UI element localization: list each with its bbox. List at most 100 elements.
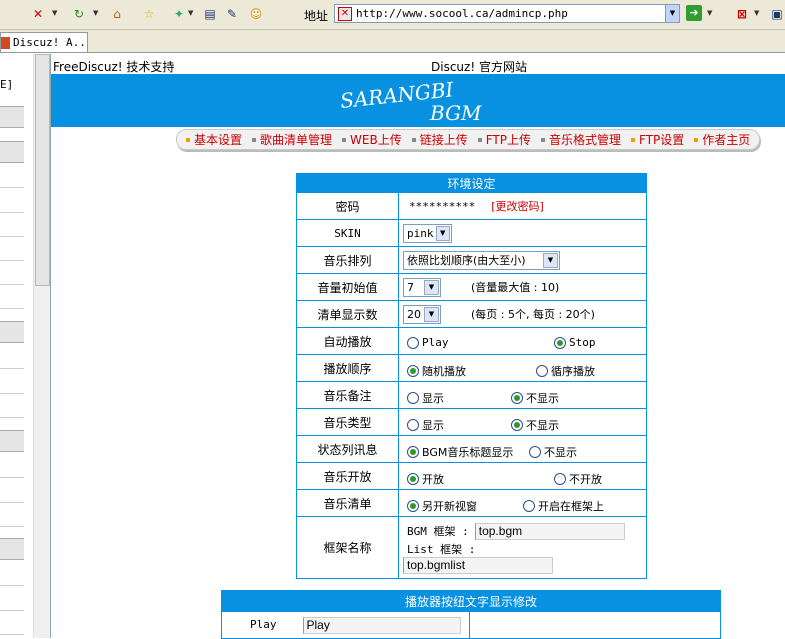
type-hide-radio[interactable]: 不显示 bbox=[511, 417, 559, 433]
address-dropdown-icon[interactable]: ▼ bbox=[665, 5, 679, 22]
volume-select[interactable]: 7 ▼ bbox=[403, 277, 441, 297]
refresh-dropdown-icon[interactable]: ▼ bbox=[93, 9, 98, 17]
radio-circle[interactable] bbox=[407, 473, 419, 485]
tab-discuz[interactable]: Discuz! A... bbox=[0, 32, 88, 52]
radio-circle[interactable] bbox=[407, 500, 419, 512]
left-row[interactable] bbox=[0, 237, 24, 261]
favorites-star-icon[interactable]: ☆ bbox=[140, 5, 158, 23]
radio-circle[interactable] bbox=[407, 392, 419, 404]
open-no-radio[interactable]: 不开放 bbox=[554, 471, 602, 487]
address-bar[interactable]: ✕ http://www.socool.ca/admincp.php ▼ bbox=[334, 4, 680, 23]
play-order-sequential-radio[interactable]: 循序播放 bbox=[536, 363, 595, 379]
support-link[interactable]: FreeDiscuz! 技术支持 bbox=[53, 58, 174, 75]
radio-circle[interactable] bbox=[407, 446, 419, 458]
bullet-icon bbox=[411, 137, 416, 142]
left-row[interactable] bbox=[0, 261, 24, 285]
type-show-radio[interactable]: 显示 bbox=[407, 417, 444, 433]
scrollbar-thumb[interactable] bbox=[35, 54, 50, 286]
left-row[interactable] bbox=[0, 587, 24, 611]
bgm-frame-input[interactable]: top.bgm bbox=[474, 522, 625, 540]
left-row[interactable] bbox=[0, 454, 24, 478]
sort-select[interactable]: 依照比划顺序(由大至小) ▼ bbox=[403, 250, 560, 270]
menu-item-web-upload[interactable]: WEB上传 bbox=[337, 131, 407, 148]
chevron-down-icon[interactable]: ▼ bbox=[424, 279, 439, 295]
translate-dropdown-icon[interactable]: ▼ bbox=[188, 9, 193, 17]
autoplay-stop-radio[interactable]: Stop bbox=[554, 336, 596, 349]
left-row[interactable] bbox=[0, 479, 24, 503]
menu-label: 歌曲清单管理 bbox=[260, 133, 333, 147]
menu-item-ftp-upload[interactable]: FTP上传 bbox=[473, 131, 536, 148]
change-password-link[interactable]: [更改密码] bbox=[491, 200, 544, 213]
messenger-icon[interactable]: ☺ bbox=[247, 5, 265, 23]
radio-circle[interactable] bbox=[554, 473, 566, 485]
refresh-icon[interactable]: ↻ bbox=[70, 5, 88, 23]
remark-hide-radio[interactable]: 不显示 bbox=[511, 390, 559, 406]
list-count-select[interactable]: 20 ▼ bbox=[403, 304, 441, 324]
menu-item-ftp-settings[interactable]: FTP设置 bbox=[626, 131, 689, 148]
chevron-down-icon[interactable]: ▼ bbox=[543, 252, 558, 268]
autoplay-play-radio[interactable]: Play bbox=[407, 336, 449, 349]
left-row[interactable] bbox=[0, 503, 24, 527]
list-count-label: 清单显示数 bbox=[296, 300, 399, 328]
radio-circle[interactable] bbox=[407, 336, 419, 349]
radio-circle[interactable] bbox=[407, 365, 419, 377]
stop-icon[interactable]: ✕ bbox=[29, 5, 47, 23]
bullet-icon bbox=[477, 137, 482, 142]
radio-circle[interactable] bbox=[511, 419, 523, 431]
window-icon[interactable]: ▣ bbox=[768, 5, 785, 23]
status-hide-radio[interactable]: 不显示 bbox=[529, 444, 577, 460]
left-row[interactable] bbox=[0, 189, 24, 213]
list-count-cell: 20 ▼ (每页 : 5个, 每页 : 20个) bbox=[398, 300, 647, 328]
radio-circle[interactable] bbox=[523, 500, 535, 512]
feeds-icon[interactable]: ▤ bbox=[201, 5, 219, 23]
page-favicon-icon: ✕ bbox=[338, 6, 352, 21]
menu-item-link-upload[interactable]: 链接上传 bbox=[407, 131, 473, 148]
left-row[interactable] bbox=[0, 611, 24, 635]
left-row[interactable] bbox=[0, 394, 24, 418]
radio-circle[interactable] bbox=[536, 365, 548, 377]
radio-circle[interactable] bbox=[511, 392, 523, 404]
remark-show-radio[interactable]: 显示 bbox=[407, 390, 444, 406]
menu-item-format[interactable]: 音乐格式管理 bbox=[536, 131, 626, 148]
player-button-table: 播放器按纽文字显示修改 Play Play bbox=[221, 590, 721, 639]
radio-circle[interactable] bbox=[554, 336, 566, 349]
home-icon[interactable]: ⌂ bbox=[108, 5, 126, 23]
radio-label: 另开新视窗 bbox=[422, 500, 477, 513]
env-settings-table: 环境设定 密码 ********** [更改密码] SKIN pink ▼ 音乐排列… bbox=[296, 173, 647, 579]
list-frame-input[interactable]: top.bgmlist bbox=[403, 556, 553, 574]
tab-favicon-icon bbox=[1, 37, 10, 49]
menu-item-basic-settings[interactable]: 基本设置 bbox=[181, 131, 247, 148]
menu-item-author[interactable]: 作者主页 bbox=[689, 131, 755, 148]
radio-circle[interactable] bbox=[529, 446, 541, 458]
left-row[interactable] bbox=[0, 285, 24, 309]
stop-dropdown-icon[interactable]: ▼ bbox=[52, 9, 57, 17]
radio-label: 不显示 bbox=[544, 446, 577, 459]
left-row[interactable] bbox=[0, 345, 24, 369]
official-site-link[interactable]: Discuz! 官方网站 bbox=[431, 58, 527, 75]
chevron-down-icon[interactable]: ▼ bbox=[435, 225, 450, 241]
playlist-label: 音乐清单 bbox=[296, 489, 399, 517]
left-row[interactable] bbox=[0, 213, 24, 237]
skin-select[interactable]: pink ▼ bbox=[403, 223, 452, 243]
go-dropdown-icon[interactable]: ▼ bbox=[707, 9, 712, 17]
close-red-icon[interactable]: ⊠ bbox=[733, 5, 751, 23]
left-scrollbar[interactable] bbox=[33, 54, 50, 638]
chevron-down-icon[interactable]: ▼ bbox=[424, 306, 439, 322]
radio-circle[interactable] bbox=[407, 419, 419, 431]
open-yes-radio[interactable]: 开放 bbox=[407, 471, 444, 487]
status-title-radio[interactable]: BGM音乐标题显示 bbox=[407, 444, 513, 460]
left-row[interactable] bbox=[0, 164, 24, 188]
go-icon[interactable]: ➔ bbox=[686, 5, 702, 21]
playlist-new-window-radio[interactable]: 另开新视窗 bbox=[407, 498, 477, 514]
close-dropdown-icon[interactable]: ▼ bbox=[754, 9, 759, 17]
edit-icon[interactable]: ✎ bbox=[223, 5, 241, 23]
playlist-frame-radio[interactable]: 开启在框架上 bbox=[523, 498, 604, 514]
address-input[interactable]: http://www.socool.ca/admincp.php bbox=[356, 7, 665, 20]
left-row[interactable] bbox=[0, 370, 24, 394]
left-row[interactable] bbox=[0, 562, 24, 586]
play-text-input[interactable]: Play bbox=[302, 616, 461, 634]
radio-label: BGM音乐标题显示 bbox=[422, 446, 514, 459]
translate-icon[interactable]: ✦ bbox=[170, 5, 188, 23]
play-order-random-radio[interactable]: 随机播放 bbox=[407, 363, 466, 379]
menu-item-song-list[interactable]: 歌曲清单管理 bbox=[247, 131, 337, 148]
